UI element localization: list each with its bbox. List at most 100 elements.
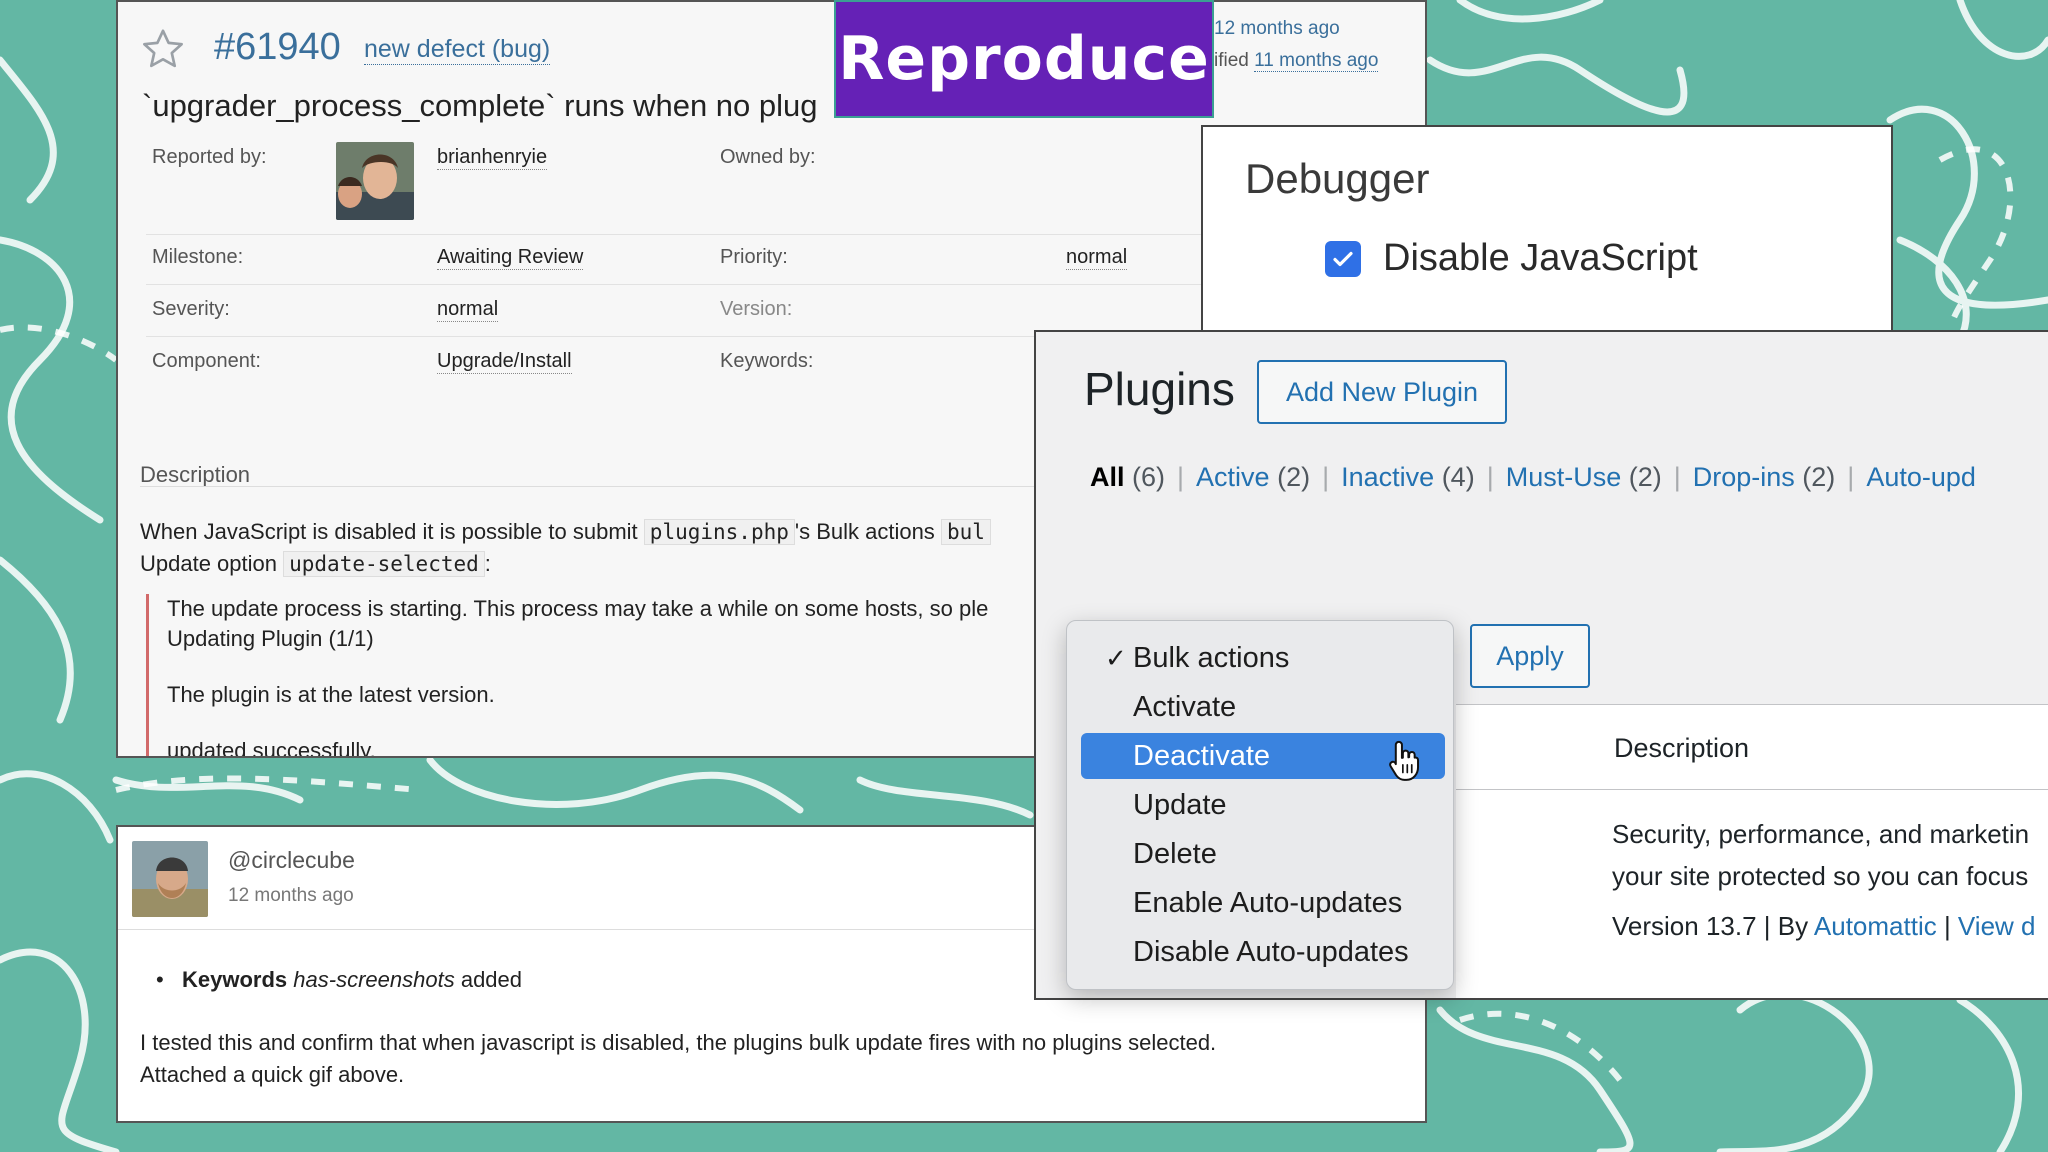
plugin-description-line: Security, performance, and marketin (1612, 819, 2030, 849)
apply-button[interactable]: Apply (1470, 624, 1590, 688)
description-text: When JavaScript is disabled it is possib… (140, 516, 991, 580)
description-line: When JavaScript is disabled it is possib… (140, 516, 991, 548)
quote-line: The update process is starting. This pro… (167, 596, 989, 621)
change-action: added (460, 967, 523, 992)
milestone-value[interactable]: Awaiting Review (437, 246, 584, 270)
ticket-created-link[interactable]: 12 months ago (1214, 18, 1340, 40)
reporter-avatar (336, 142, 414, 220)
meta-separator: | (1936, 911, 1958, 941)
option-label: Bulk actions (1133, 642, 1290, 674)
disable-javascript-checkbox[interactable] (1325, 241, 1361, 277)
plugin-version: Version 13.7 | By (1612, 911, 1814, 941)
filter-separator: | (1486, 462, 1494, 492)
row-divider (146, 284, 1296, 285)
plugin-author-link[interactable]: Automattic (1814, 911, 1937, 941)
add-new-plugin-button[interactable]: Add New Plugin (1257, 360, 1507, 424)
commenter-photo (132, 841, 208, 917)
comment-change-item: • Keywords has-screenshots added (156, 967, 523, 993)
option-delete[interactable]: Delete (1081, 831, 1445, 877)
quote-line: The plugin is at the latest version. (167, 682, 495, 707)
keywords-label: Keywords: (720, 350, 814, 372)
star-icon[interactable] (140, 26, 186, 72)
description-text-part: 's Bulk actions (794, 519, 935, 544)
severity-label: Severity: (152, 298, 230, 320)
version-label: Version: (720, 298, 793, 320)
option-bulk-actions[interactable]: ✓ Bulk actions (1081, 635, 1445, 681)
component-value[interactable]: Upgrade/Install (437, 350, 572, 374)
plugin-meta: Version 13.7 | By Automattic | View d (1612, 911, 2036, 942)
filter-auto-updates[interactable]: Auto-upd (1866, 462, 1976, 492)
option-disable-auto-updates[interactable]: Disable Auto-updates (1081, 929, 1445, 975)
filter-active[interactable]: Active (1196, 462, 1270, 492)
reproduce-banner: Reproduce (834, 0, 1214, 118)
filter-must-use[interactable]: Must-Use (1506, 462, 1622, 492)
hand-cursor-icon (1389, 740, 1420, 781)
ticket-number-link[interactable]: #61940 (214, 26, 341, 69)
debugger-panel: Debugger Disable JavaScript (1201, 125, 1893, 340)
filter-separator: | (1177, 462, 1185, 492)
filter-count: (6) (1132, 462, 1166, 492)
filter-all[interactable]: All (1090, 462, 1125, 492)
view-details-link[interactable]: View d (1958, 911, 2036, 941)
option-activate[interactable]: Activate (1081, 684, 1445, 730)
comment-author[interactable]: @circlecube (228, 847, 355, 874)
bulk-actions-dropdown[interactable]: ✓ Bulk actions Activate Deactivate Updat… (1066, 620, 1454, 990)
description-text-part: : (484, 551, 491, 576)
option-label: Update (1133, 789, 1227, 821)
code-plugins-php: plugins.php (643, 519, 795, 545)
comment-time[interactable]: 12 months ago (228, 885, 354, 907)
plugins-table: Description Security, performance, and m… (1456, 704, 2048, 998)
description-text-part: Update option (140, 551, 277, 576)
row-divider (146, 234, 1296, 235)
description-text-part: When JavaScript is disabled it is possib… (140, 519, 638, 544)
option-label: Delete (1133, 838, 1217, 870)
reporter-photo (336, 142, 414, 220)
filter-count: (2) (1277, 462, 1311, 492)
comment-body: I tested this and confirm that when java… (140, 1027, 1390, 1091)
option-label: Activate (1133, 691, 1237, 723)
ticket-modified-link[interactable]: 11 months ago (1254, 50, 1379, 72)
disable-javascript-label[interactable]: Disable JavaScript (1383, 237, 1698, 280)
plugin-description: Security, performance, and marketin your… (1612, 813, 2029, 897)
priority-label: Priority: (720, 246, 788, 268)
priority-value[interactable]: normal (1066, 246, 1128, 270)
modified-label: ified (1214, 50, 1249, 71)
component-label: Component: (152, 350, 261, 372)
commenter-avatar (132, 841, 208, 917)
option-label: Enable Auto-updates (1133, 887, 1403, 919)
plugin-description-line: your site protected so you can focus (1612, 861, 2029, 891)
option-enable-auto-updates[interactable]: Enable Auto-updates (1081, 880, 1445, 926)
column-header-description[interactable]: Description (1614, 733, 1749, 764)
option-update[interactable]: Update (1081, 782, 1445, 828)
filter-separator: | (1322, 462, 1330, 492)
filter-inactive[interactable]: Inactive (1341, 462, 1434, 492)
option-label: Deactivate (1133, 740, 1271, 772)
filter-drop-ins[interactable]: Drop-ins (1693, 462, 1795, 492)
comment-line: Attached a quick gif above. (140, 1062, 405, 1087)
filter-separator: | (1847, 462, 1855, 492)
owned-by-label: Owned by: (720, 146, 816, 168)
code-bulk: bul (940, 519, 991, 545)
code-update-selected: update-selected (283, 551, 485, 577)
filter-count: (4) (1441, 462, 1475, 492)
severity-value[interactable]: normal (437, 298, 499, 322)
reported-by-label: Reported by: (152, 146, 267, 168)
bullet-icon: • (156, 967, 164, 992)
change-value: has-screenshots (293, 967, 455, 992)
option-label: Disable Auto-updates (1133, 936, 1409, 968)
quote-line: updated successfully. (167, 738, 376, 758)
milestone-label: Milestone: (152, 246, 244, 268)
ticket-type-link[interactable]: new defect (bug) (364, 35, 551, 65)
checkmark-icon (1333, 251, 1353, 267)
plugins-title: Plugins (1084, 363, 1235, 415)
quote-line: Updating Plugin (1/1) (167, 626, 374, 651)
table-header-divider (1456, 789, 2048, 790)
check-icon: ✓ (1105, 643, 1127, 673)
description-heading: Description (140, 462, 251, 487)
description-line: Update option update-selected: (140, 548, 991, 580)
reporter-link[interactable]: brianhenryie (437, 146, 548, 170)
filter-count: (2) (1802, 462, 1836, 492)
ticket-modified: ified 11 months ago (1214, 50, 1379, 72)
filter-separator: | (1673, 462, 1681, 492)
ticket-summary: `upgrader_process_complete` runs when no… (142, 88, 818, 123)
